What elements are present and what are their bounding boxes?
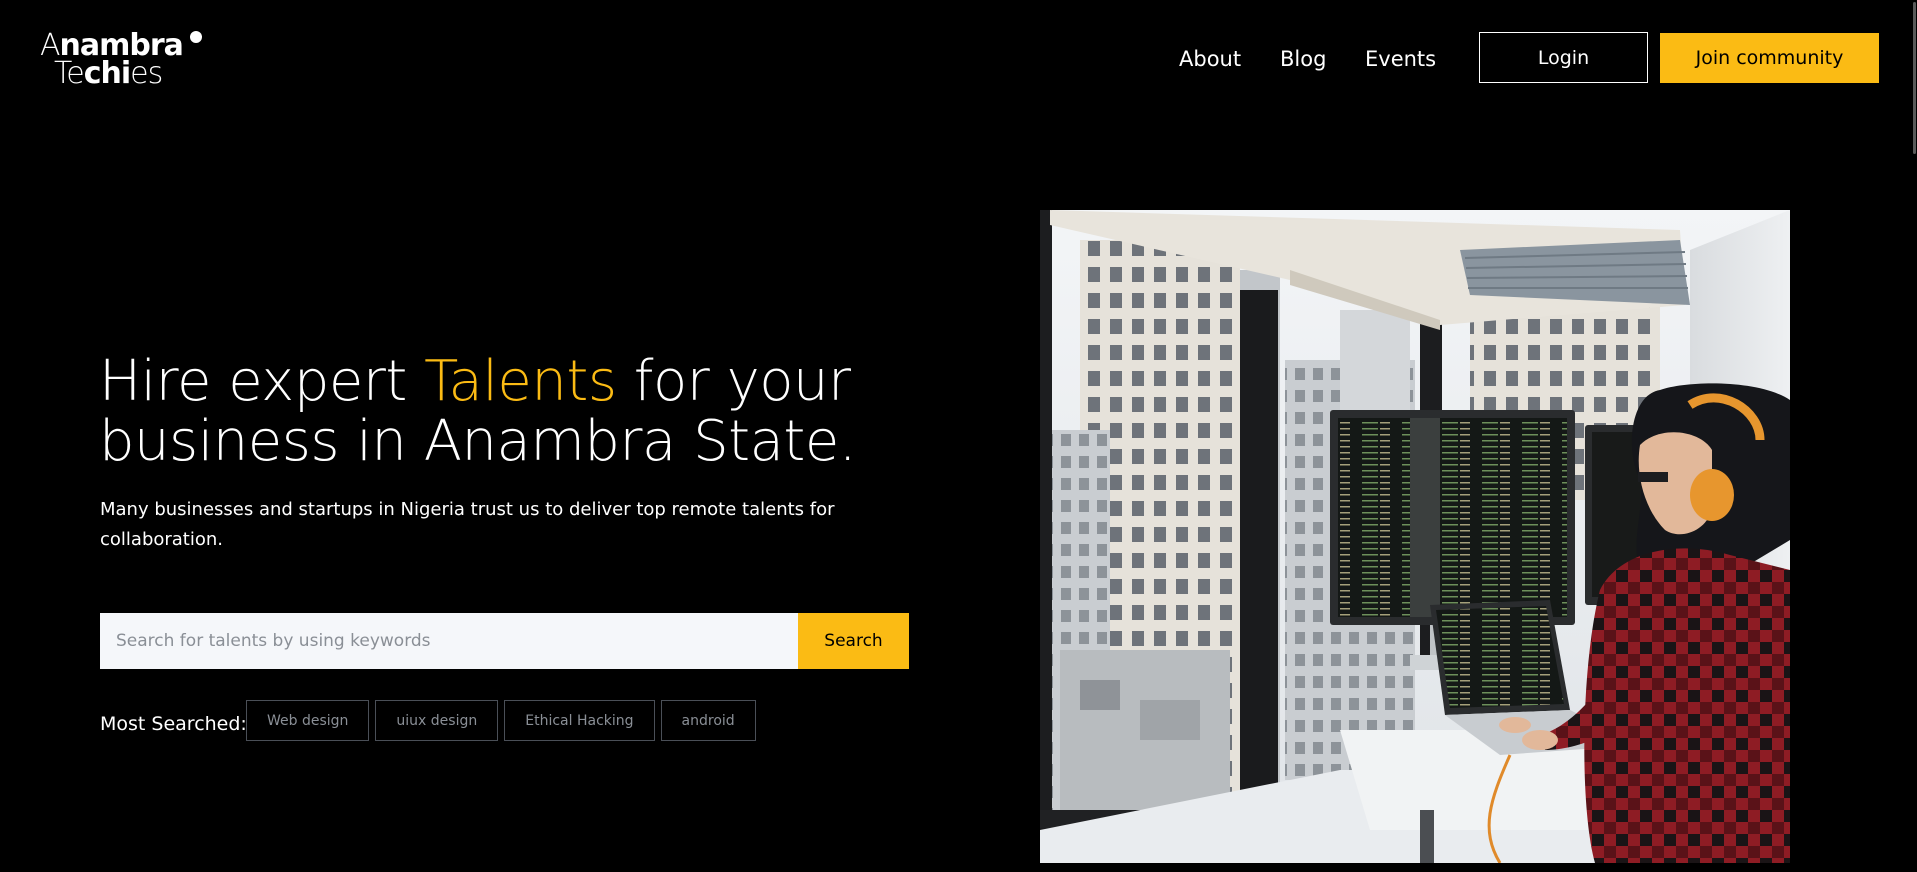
hero-title-part-1: Hire expert <box>99 349 425 414</box>
tag-android[interactable]: android <box>660 700 756 741</box>
search-button[interactable]: Search <box>798 613 909 669</box>
hero-title: Hire expert Talents for your business in… <box>99 352 859 472</box>
page-scrollbar[interactable] <box>1911 0 1917 872</box>
logo-line-2: Techies <box>54 56 163 91</box>
hero-image <box>1040 210 1790 863</box>
nav-events[interactable]: Events <box>1365 47 1436 71</box>
join-community-button[interactable]: Join community <box>1660 33 1879 83</box>
login-button[interactable]: Login <box>1479 32 1648 83</box>
search-input[interactable] <box>100 613 798 669</box>
nav-blog[interactable]: Blog <box>1280 47 1326 71</box>
nav-about[interactable]: About <box>1179 47 1241 71</box>
hero-illustration <box>1040 210 1790 863</box>
tag-ethical-hacking[interactable]: Ethical Hacking <box>504 700 655 741</box>
most-searched-label: Most Searched: <box>100 713 247 735</box>
logo-text-es: es <box>130 56 163 91</box>
hero-title-accent: Talents <box>424 349 617 414</box>
scrollbar-thumb[interactable] <box>1913 2 1916 154</box>
hero-subtitle: Many businesses and startups in Nigeria … <box>100 499 835 550</box>
logo-text-chi: chi <box>83 56 131 91</box>
most-searched-tags: Web design uiux design Ethical Hacking a… <box>246 700 756 741</box>
tag-uiux-design[interactable]: uiux design <box>375 700 499 741</box>
logo[interactable]: Anambra Techies <box>40 28 205 91</box>
tag-web-design[interactable]: Web design <box>246 700 370 741</box>
logo-dot <box>190 31 202 43</box>
logo-text-te: Te <box>54 56 85 91</box>
